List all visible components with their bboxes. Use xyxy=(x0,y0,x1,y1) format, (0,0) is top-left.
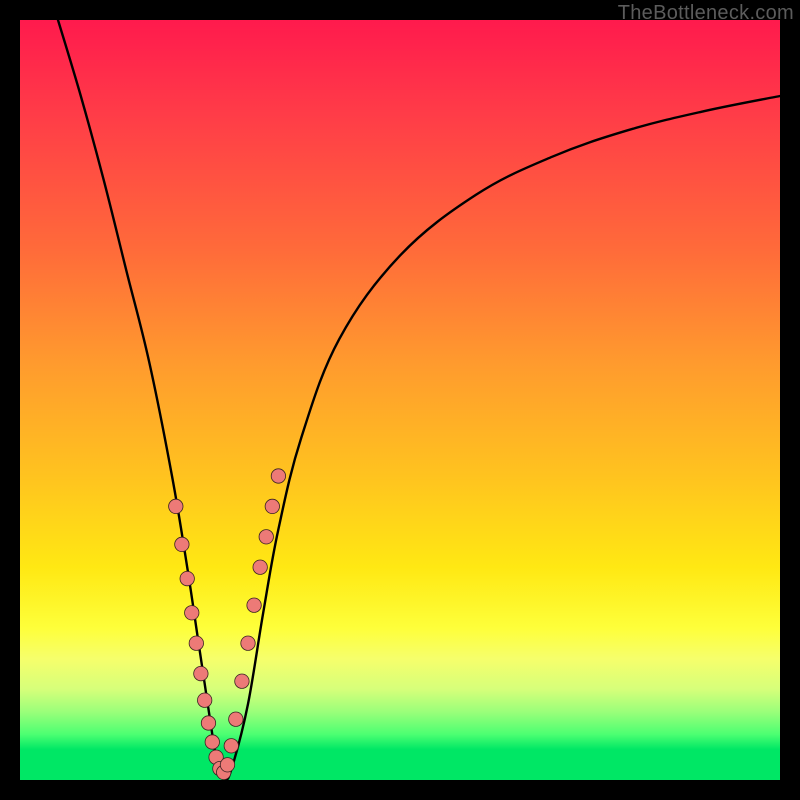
marker-dot xyxy=(229,712,243,726)
marker-dot xyxy=(180,571,194,585)
marker-dot xyxy=(265,499,279,513)
marker-dot xyxy=(235,674,249,688)
marker-dot xyxy=(241,636,255,650)
marker-dot xyxy=(194,666,208,680)
marker-dot xyxy=(205,735,219,749)
marker-dot xyxy=(197,693,211,707)
marker-dot xyxy=(224,739,238,753)
watermark-text: TheBottleneck.com xyxy=(618,2,794,25)
chart-svg xyxy=(20,20,780,780)
marker-dot xyxy=(189,636,203,650)
marker-points xyxy=(169,469,286,780)
bottleneck-curve xyxy=(58,20,780,780)
chart-frame xyxy=(20,20,780,780)
marker-dot xyxy=(220,758,234,772)
marker-dot xyxy=(185,606,199,620)
marker-dot xyxy=(259,530,273,544)
marker-dot xyxy=(247,598,261,612)
marker-dot xyxy=(253,560,267,574)
marker-dot xyxy=(201,716,215,730)
marker-dot xyxy=(175,537,189,551)
marker-dot xyxy=(169,499,183,513)
marker-dot xyxy=(271,469,285,483)
